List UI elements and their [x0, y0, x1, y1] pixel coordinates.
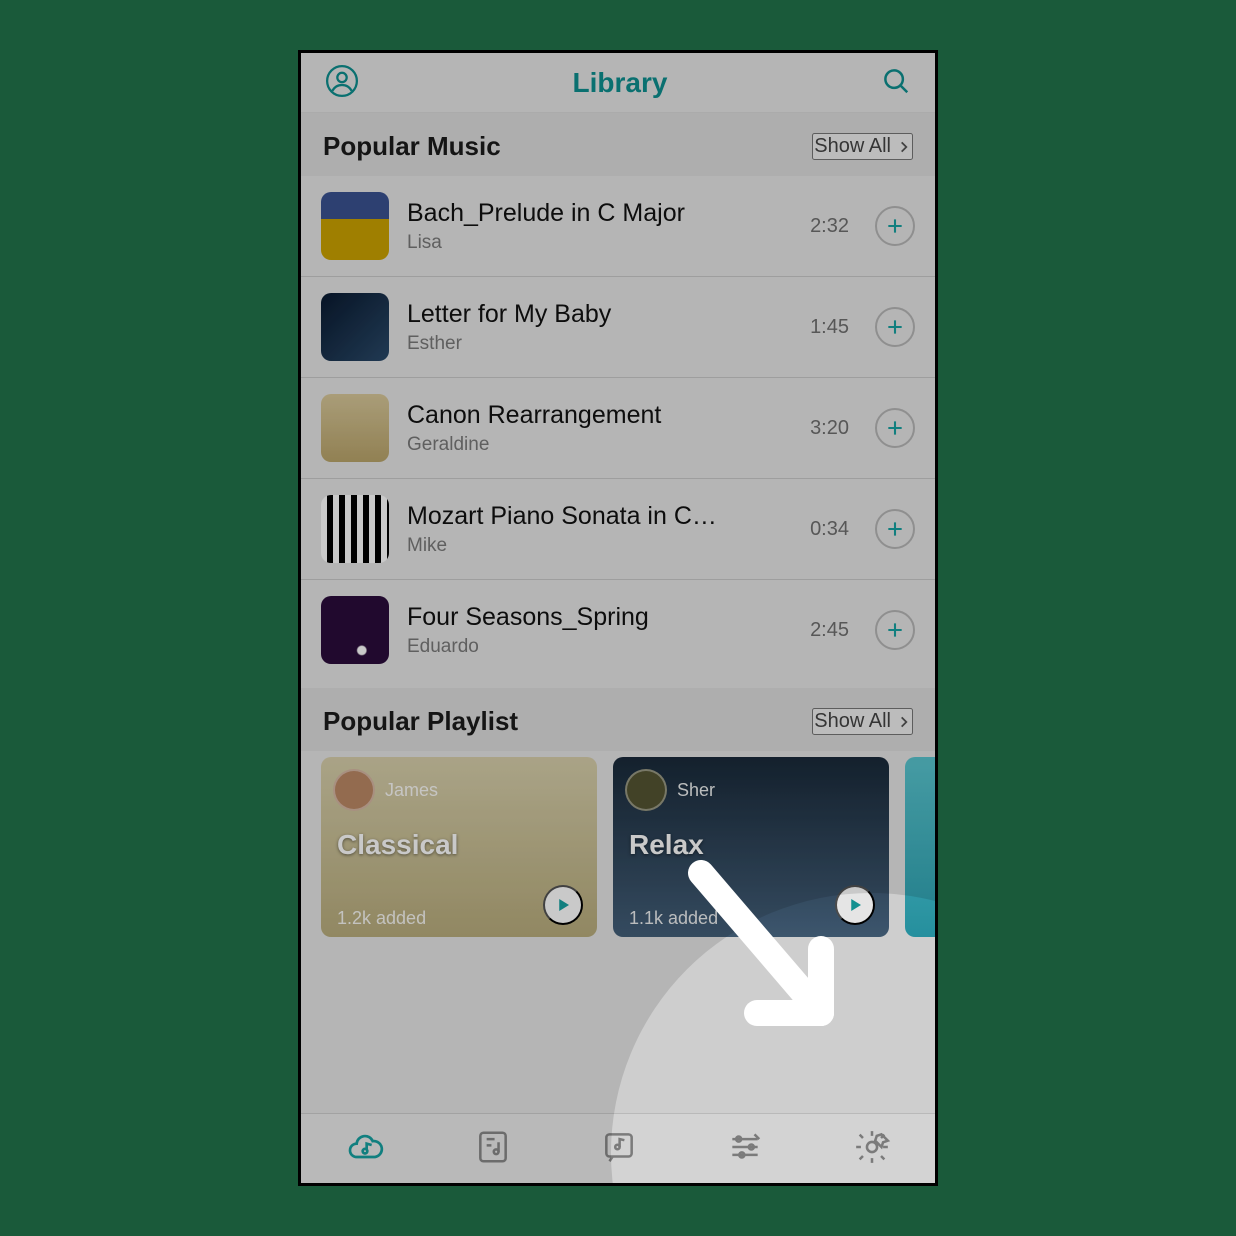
- avatar: [625, 769, 667, 811]
- track-artist: Esther: [407, 333, 792, 355]
- avatar: [333, 769, 375, 811]
- playlist-card[interactable]: [905, 757, 935, 937]
- plus-icon: [885, 519, 905, 539]
- track-row[interactable]: Four Seasons_Spring Eduardo 2:45: [301, 580, 935, 680]
- track-artist: Lisa: [407, 232, 792, 254]
- playlist-owner: Sher: [677, 780, 715, 801]
- section-header-popular-music: Popular Music Show All: [301, 113, 935, 176]
- add-track-button[interactable]: [875, 509, 915, 549]
- add-track-button[interactable]: [875, 206, 915, 246]
- track-row[interactable]: Mozart Piano Sonata in C… Mike 0:34: [301, 479, 935, 580]
- page-title: Library: [573, 67, 668, 99]
- play-playlist-button[interactable]: [543, 885, 583, 925]
- playlist-carousel[interactable]: James Classical 1.2k added Sher Relax 1.…: [301, 751, 935, 937]
- playlist-name: Classical: [337, 829, 458, 861]
- tab-equalizer[interactable]: [726, 1128, 764, 1169]
- playlist-card[interactable]: James Classical 1.2k added: [321, 757, 597, 937]
- playlist-icon: [474, 1128, 512, 1166]
- top-bar: Library: [301, 53, 935, 113]
- track-duration: 3:20: [810, 417, 849, 440]
- track-duration: 2:45: [810, 619, 849, 642]
- section-header-popular-playlist: Popular Playlist Show All: [301, 688, 935, 751]
- chevron-right-icon: [897, 712, 911, 732]
- track-duration: 1:45: [810, 316, 849, 339]
- track-thumb: [321, 192, 389, 260]
- chevron-right-icon: [897, 137, 911, 157]
- show-all-label: Show All: [814, 710, 891, 733]
- track-row[interactable]: Canon Rearrangement Geraldine 3:20: [301, 378, 935, 479]
- show-all-music-button[interactable]: Show All: [812, 133, 913, 160]
- playlist-name: Relax: [629, 829, 704, 861]
- add-track-button[interactable]: [875, 408, 915, 448]
- section-title: Popular Playlist: [323, 706, 518, 737]
- track-title: Bach_Prelude in C Major: [407, 199, 792, 228]
- equalizer-icon: [726, 1128, 764, 1166]
- track-row[interactable]: Letter for My Baby Esther 1:45: [301, 277, 935, 378]
- tab-cloud-music[interactable]: [345, 1127, 385, 1170]
- track-artist: Mike: [407, 535, 792, 557]
- playlist-owner: James: [385, 780, 438, 801]
- track-artist: Eduardo: [407, 636, 792, 658]
- show-all-playlists-button[interactable]: Show All: [812, 708, 913, 735]
- track-title: Letter for My Baby: [407, 300, 792, 329]
- app-screen: Library Popular Music Show All Bach_Prel…: [298, 50, 938, 1186]
- track-title: Mozart Piano Sonata in C…: [407, 502, 792, 531]
- tab-settings[interactable]: [853, 1128, 891, 1169]
- track-list: Bach_Prelude in C Major Lisa 2:32 Letter…: [301, 176, 935, 680]
- plus-icon: [885, 216, 905, 236]
- track-thumb: [321, 293, 389, 361]
- track-artist: Geraldine: [407, 434, 792, 456]
- gear-icon: [853, 1128, 891, 1166]
- track-title: Four Seasons_Spring: [407, 603, 792, 632]
- track-thumb: [321, 596, 389, 664]
- track-title: Canon Rearrangement: [407, 401, 792, 430]
- profile-icon[interactable]: [319, 58, 365, 107]
- playlist-card[interactable]: Sher Relax 1.1k added: [613, 757, 889, 937]
- track-duration: 0:34: [810, 518, 849, 541]
- tab-playlist[interactable]: [474, 1128, 512, 1169]
- tab-note-post[interactable]: [600, 1128, 638, 1169]
- add-track-button[interactable]: [875, 610, 915, 650]
- play-icon: [846, 896, 864, 914]
- track-thumb: [321, 495, 389, 563]
- play-icon: [554, 896, 572, 914]
- show-all-label: Show All: [814, 135, 891, 158]
- playlist-meta: 1.2k added: [337, 908, 426, 929]
- section-title: Popular Music: [323, 131, 501, 162]
- track-duration: 2:32: [810, 215, 849, 238]
- plus-icon: [885, 620, 905, 640]
- plus-icon: [885, 317, 905, 337]
- track-row[interactable]: Bach_Prelude in C Major Lisa 2:32: [301, 176, 935, 277]
- note-post-icon: [600, 1128, 638, 1166]
- tab-bar: [301, 1113, 935, 1183]
- cloud-music-icon: [345, 1127, 385, 1167]
- search-icon[interactable]: [875, 60, 917, 105]
- play-playlist-button[interactable]: [835, 885, 875, 925]
- track-thumb: [321, 394, 389, 462]
- add-track-button[interactable]: [875, 307, 915, 347]
- plus-icon: [885, 418, 905, 438]
- playlist-meta: 1.1k added: [629, 908, 718, 929]
